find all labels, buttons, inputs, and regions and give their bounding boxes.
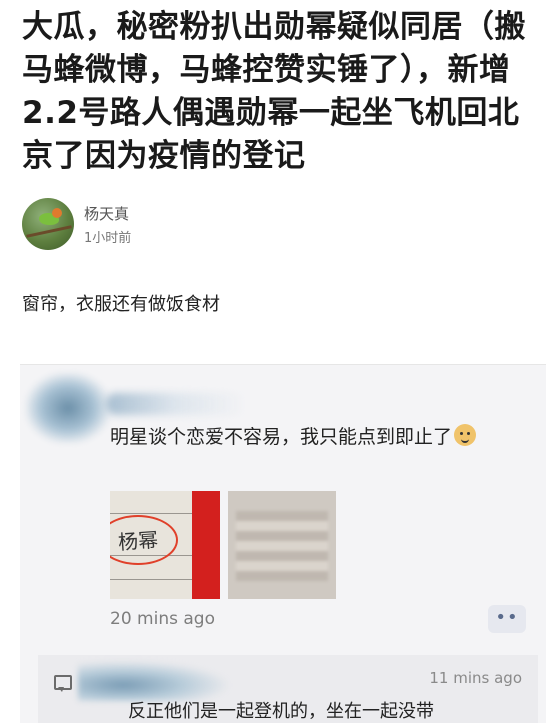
- doge-emoji-icon: [454, 424, 477, 446]
- post-time: 1小时前: [84, 231, 132, 246]
- bird-head-shape: [52, 208, 62, 218]
- red-circle-mark: [110, 515, 178, 565]
- comment-text: 明星谈个恋爱不容易，我只能点到即止了: [110, 423, 530, 452]
- post-text: 窗帘，衣服还有做饭食材: [22, 294, 220, 315]
- paper-line: [110, 513, 192, 514]
- paper-line: [110, 579, 192, 580]
- comment-bubble-icon: [54, 675, 72, 692]
- avatar[interactable]: [22, 198, 74, 250]
- comment-time: 20 mins ago: [110, 609, 215, 629]
- author-row[interactable]: 杨天真 1小时前: [22, 198, 522, 250]
- photo-thumbnail-2[interactable]: [228, 491, 336, 599]
- blurred-username: [106, 393, 246, 415]
- blurred-reply-avatar: [78, 661, 228, 701]
- red-cover: [192, 491, 220, 599]
- photo-thumbnail-1[interactable]: 杨幂: [110, 491, 220, 599]
- headline: 大瓜，秘密粉扒出勋幂疑似同居（搬马蜂微博，马蜂控赞实锤了），新增2.2号路人偶遇…: [22, 9, 526, 174]
- reply-box[interactable]: 11 mins ago 反正他们是一起登机的，坐在一起没带: [38, 655, 538, 723]
- reply-time: 11 mins ago: [429, 669, 522, 687]
- author-name[interactable]: 杨天真: [84, 203, 129, 224]
- embedded-screenshot: 明星谈个恋爱不容易，我只能点到即止了 杨幂 20 mins ago •• 11 …: [20, 364, 546, 723]
- pixelated-area: [236, 511, 328, 581]
- reply-text: 反正他们是一起登机的，坐在一起没带: [128, 701, 434, 722]
- blurred-avatar: [26, 373, 110, 443]
- branch-shape: [26, 225, 72, 238]
- more-options-button[interactable]: ••: [488, 605, 526, 633]
- comment-body: 明星谈个恋爱不容易，我只能点到即止了: [110, 426, 453, 448]
